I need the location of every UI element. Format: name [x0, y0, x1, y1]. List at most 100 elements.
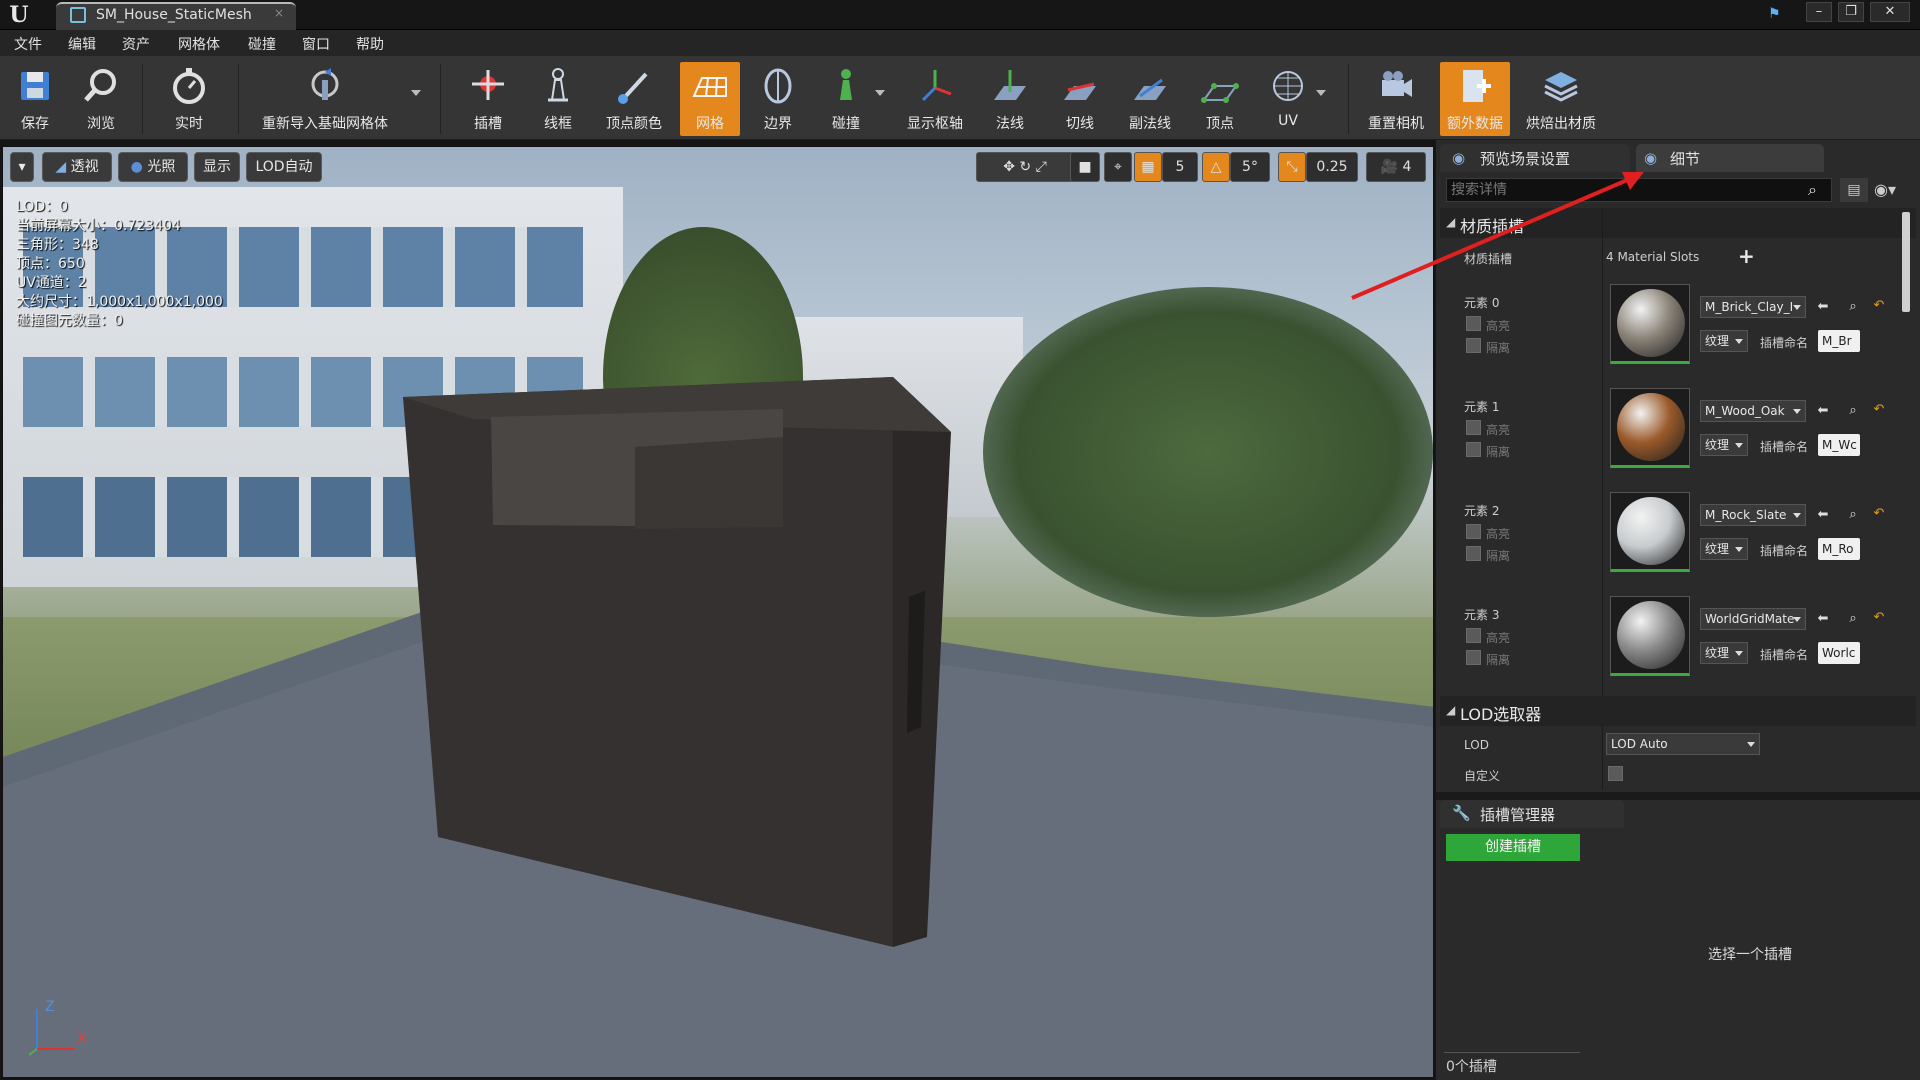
- normals-label: 法线: [996, 116, 1024, 132]
- pivot-button[interactable]: 显示枢轴: [898, 62, 972, 136]
- surface-snap-toggle[interactable]: ⌖: [1104, 152, 1132, 182]
- slot-name-field[interactable]: M_Ro: [1818, 538, 1860, 560]
- tangents-button[interactable]: 切线: [1052, 62, 1108, 136]
- collision-dropdown-arrow[interactable]: [875, 90, 885, 96]
- normals-button[interactable]: 法线: [982, 62, 1038, 136]
- menu-bar: [0, 30, 1920, 56]
- save-button[interactable]: 保存: [8, 62, 62, 136]
- texture-dropdown[interactable]: 纹理: [1700, 330, 1748, 352]
- browse-magnifier-icon[interactable]: ⌕: [1846, 404, 1860, 418]
- uv-button[interactable]: UV: [1260, 62, 1316, 136]
- grid-snap-toggle[interactable]: ▦: [1134, 152, 1162, 182]
- menu-asset[interactable]: 资产: [122, 34, 150, 54]
- rotation-snap-value[interactable]: 5°: [1230, 152, 1270, 182]
- use-selected-arrow-icon[interactable]: ⬅: [1816, 404, 1830, 418]
- use-selected-arrow-icon[interactable]: ⬅: [1816, 300, 1830, 314]
- show-button[interactable]: 显示: [194, 152, 240, 182]
- vertex-colors-button[interactable]: 顶点颜色: [598, 62, 670, 136]
- highlight-checkbox[interactable]: [1466, 524, 1481, 539]
- slot-name-label: 插槽命名: [1760, 648, 1809, 662]
- menu-collision[interactable]: 碰撞: [248, 34, 276, 54]
- highlight-checkbox[interactable]: [1466, 316, 1481, 331]
- material-thumbnail[interactable]: [1610, 492, 1690, 572]
- feedback-icon[interactable]: ⚑: [1768, 6, 1788, 22]
- uv-dropdown-arrow[interactable]: [1316, 90, 1326, 96]
- material-dropdown[interactable]: M_Rock_Slate: [1700, 504, 1806, 526]
- lit-button[interactable]: ● 光照: [118, 152, 188, 182]
- material-thumbnail[interactable]: [1610, 596, 1690, 676]
- material-thumbnail[interactable]: [1610, 388, 1690, 468]
- wireframe-button[interactable]: 线框: [528, 62, 588, 136]
- reimport-dropdown-arrow[interactable]: [411, 90, 421, 96]
- browse-button[interactable]: 浏览: [72, 62, 130, 136]
- texture-dropdown[interactable]: 纹理: [1700, 538, 1748, 560]
- collision-button[interactable]: 碰撞: [820, 62, 872, 136]
- menu-edit[interactable]: 编辑: [68, 34, 96, 54]
- realtime-button[interactable]: 实时: [158, 62, 220, 136]
- scale-snap-toggle[interactable]: ⤡: [1278, 152, 1306, 182]
- reset-camera-button[interactable]: 重置相机: [1362, 62, 1430, 136]
- binormals-button[interactable]: 副法线: [1120, 62, 1180, 136]
- isolate-checkbox[interactable]: [1466, 546, 1481, 561]
- extra-data-icon: [1463, 70, 1491, 102]
- browse-magnifier-icon[interactable]: ⌕: [1846, 300, 1860, 314]
- slot-name-field[interactable]: M_Wc: [1818, 434, 1860, 456]
- use-selected-arrow-icon[interactable]: ⬅: [1816, 508, 1830, 522]
- minimize-button[interactable]: –: [1806, 2, 1832, 22]
- menu-file[interactable]: 文件: [14, 34, 42, 54]
- texture-dropdown[interactable]: 纹理: [1700, 434, 1748, 456]
- texture-dropdown[interactable]: 纹理: [1700, 642, 1748, 664]
- use-selected-arrow-icon[interactable]: ⬅: [1816, 612, 1830, 626]
- rotation-snap-toggle[interactable]: △: [1202, 152, 1230, 182]
- tab-close-icon[interactable]: ×: [274, 6, 284, 20]
- sockets-button[interactable]: 插槽: [460, 62, 516, 136]
- bounds-button[interactable]: 边界: [752, 62, 804, 136]
- close-button[interactable]: ✕: [1870, 2, 1910, 22]
- grid-snap-value[interactable]: 5: [1162, 152, 1198, 182]
- pivot-label: 显示枢轴: [907, 116, 963, 132]
- surface-snap-icon: ⌖: [1114, 159, 1122, 175]
- highlight-checkbox[interactable]: [1466, 628, 1481, 643]
- bake-materials-button[interactable]: 烘焙出材质: [1518, 62, 1604, 136]
- highlight-checkbox[interactable]: [1466, 420, 1481, 435]
- maximize-button[interactable]: ❐: [1838, 2, 1864, 22]
- material-dropdown[interactable]: WorldGridMate: [1700, 608, 1806, 630]
- stat-collision-primitives: 碰撞图元数量：0: [16, 313, 123, 329]
- lod-auto-button[interactable]: LOD自动: [246, 152, 322, 182]
- property-matrix-button[interactable]: ▤: [1840, 178, 1868, 202]
- menu-mesh[interactable]: 网格体: [178, 34, 220, 54]
- reset-yellow-arrow-icon[interactable]: ↶: [1872, 611, 1886, 625]
- scrollbar-thumb[interactable]: [1902, 212, 1910, 312]
- reset-yellow-arrow-icon[interactable]: ↶: [1872, 299, 1886, 313]
- menu-window[interactable]: 窗口: [302, 34, 330, 54]
- browse-magnifier-icon[interactable]: ⌕: [1846, 612, 1860, 626]
- slot-name-field[interactable]: Worlc: [1818, 642, 1860, 664]
- perspective-button[interactable]: ◢ 透视: [42, 152, 112, 182]
- create-socket-button[interactable]: 创建插槽: [1446, 834, 1580, 861]
- isolate-checkbox[interactable]: [1466, 650, 1481, 665]
- lod-dropdown[interactable]: LOD Auto: [1606, 733, 1760, 755]
- custom-checkbox[interactable]: [1608, 766, 1623, 781]
- vertices-button[interactable]: 顶点: [1192, 62, 1248, 136]
- reset-yellow-arrow-icon[interactable]: ↶: [1872, 403, 1886, 417]
- tab-details[interactable]: [1636, 144, 1824, 172]
- search-icon[interactable]: ⌕: [1808, 180, 1817, 200]
- isolate-checkbox[interactable]: [1466, 338, 1481, 353]
- browse-magnifier-icon[interactable]: ⌕: [1846, 508, 1860, 522]
- visibility-eye-button[interactable]: ◉▾: [1874, 180, 1896, 199]
- isolate-checkbox[interactable]: [1466, 442, 1481, 457]
- viewport[interactable]: Z X: [2, 146, 1434, 1078]
- slot-name-field[interactable]: M_Br: [1818, 330, 1860, 352]
- reimport-button[interactable]: 重新导入基础网格体: [250, 62, 400, 136]
- grid-button[interactable]: 网格: [680, 62, 740, 136]
- extra-data-button[interactable]: 额外数据: [1440, 62, 1510, 136]
- menu-help[interactable]: 帮助: [356, 34, 384, 54]
- viewport-options-button[interactable]: ▾: [10, 152, 34, 182]
- world-local-toggle[interactable]: ■: [1070, 152, 1100, 182]
- reset-yellow-arrow-icon[interactable]: ↶: [1872, 507, 1886, 521]
- material-dropdown[interactable]: M_Brick_Clay_I: [1700, 296, 1806, 318]
- add-slot-plus-icon[interactable]: +: [1738, 244, 1755, 268]
- custom-label: 自定义: [1464, 769, 1501, 783]
- transform-tools[interactable]: ✥ ↻ ⤢: [976, 152, 1074, 182]
- material-dropdown[interactable]: M_Wood_Oak: [1700, 400, 1806, 422]
